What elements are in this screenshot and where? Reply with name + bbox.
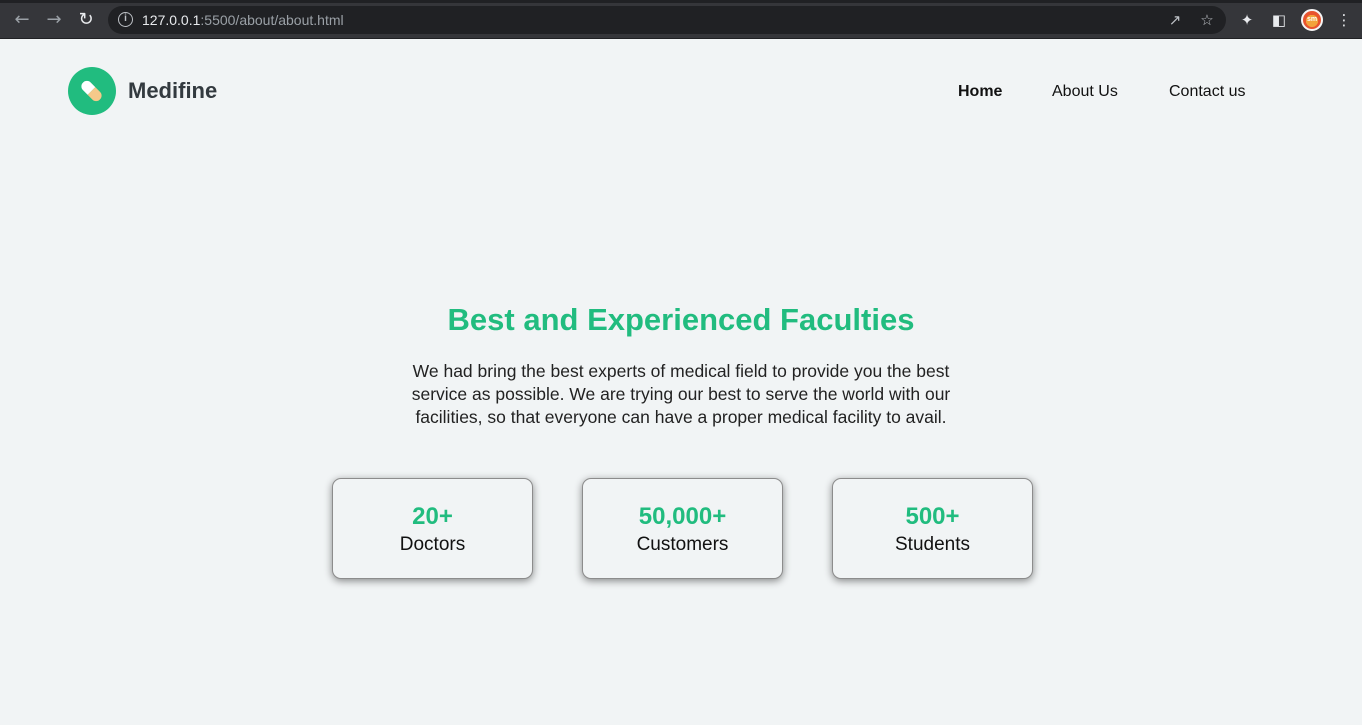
pill-icon — [79, 78, 104, 104]
stat-card-students: 500+ Students — [832, 478, 1033, 579]
section-title: Best and Experienced Faculties — [447, 302, 915, 337]
back-arrow-icon[interactable]: ← — [12, 10, 32, 30]
stat-label: Customers — [636, 534, 729, 555]
nav-about-link[interactable]: About Us — [1052, 83, 1118, 101]
share-icon[interactable]: ↗ — [1166, 12, 1184, 28]
nav-home-link[interactable]: Home — [958, 83, 1002, 101]
stat-value: 50,000+ — [638, 503, 727, 530]
url-text[interactable]: 127.0.0.1:5500/about/about.html — [142, 12, 344, 28]
section-description: We had bring the best experts of medical… — [411, 361, 951, 427]
url-host: 127.0.0.1 — [142, 12, 201, 28]
forward-arrow-icon[interactable]: → — [44, 10, 64, 30]
logo[interactable] — [68, 67, 116, 115]
stat-card-customers: 50,000+ Customers — [582, 478, 783, 579]
brand-name[interactable]: Medifine — [128, 78, 217, 104]
address-bar[interactable]: i 127.0.0.1:5500/about/about.html ↗ ☆ — [108, 6, 1226, 34]
nav-contact-link[interactable]: Contact us — [1169, 83, 1245, 101]
tab-strip-edge — [0, 0, 1362, 3]
stat-value: 20+ — [412, 503, 453, 530]
info-icon[interactable]: i — [118, 12, 133, 27]
star-icon[interactable]: ☆ — [1198, 12, 1216, 28]
profile-avatar[interactable]: sm — [1301, 9, 1323, 31]
side-panel-icon[interactable]: ◧ — [1270, 11, 1288, 29]
browser-toolbar: ← → ↻ i 127.0.0.1:5500/about/about.html … — [0, 0, 1362, 39]
url-path: :5500/about/about.html — [200, 12, 344, 28]
stat-label: Students — [895, 534, 970, 555]
stat-label: Doctors — [399, 534, 466, 555]
stat-value: 500+ — [905, 503, 960, 530]
puzzle-icon[interactable]: ✦ — [1238, 11, 1256, 29]
stat-card-doctors: 20+ Doctors — [332, 478, 533, 579]
kebab-menu-icon[interactable]: ⋮ — [1335, 11, 1353, 29]
reload-icon[interactable]: ↻ — [76, 10, 96, 30]
